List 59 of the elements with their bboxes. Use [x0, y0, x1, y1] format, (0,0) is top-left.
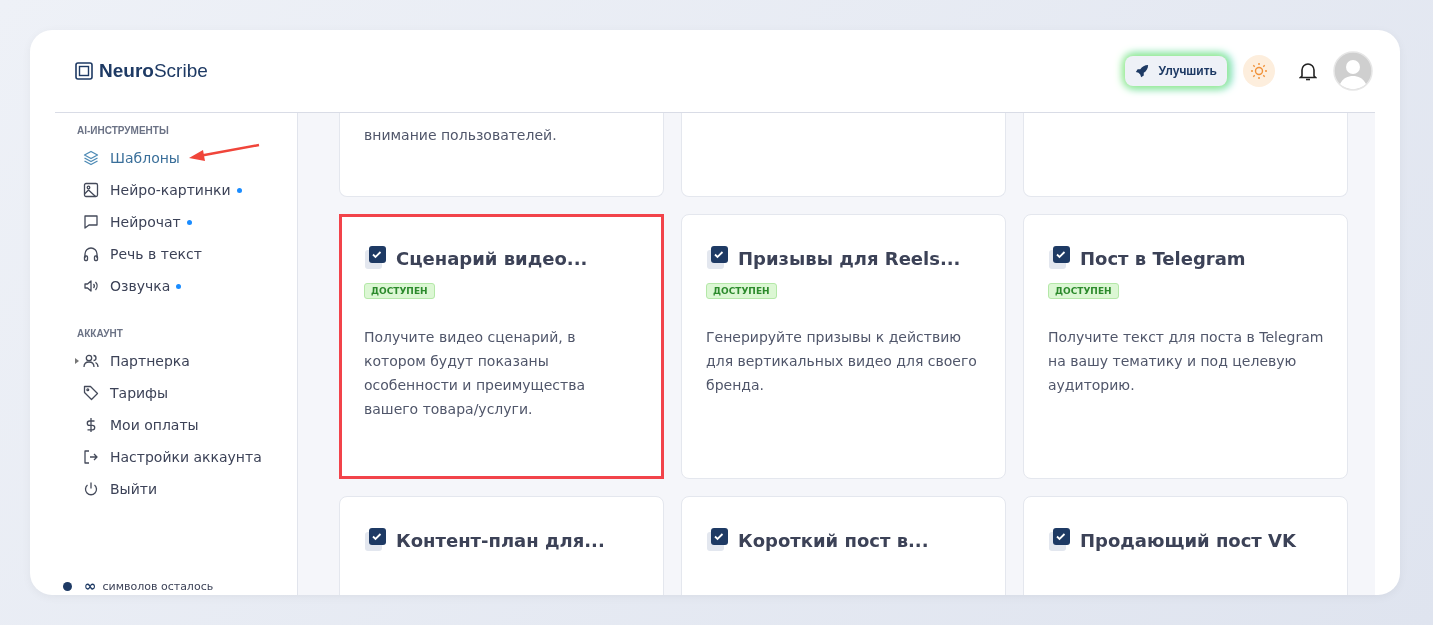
- checkbox-icon: [364, 245, 388, 271]
- sidebar-item[interactable]: Тарифы: [83, 385, 169, 401]
- power-icon: [83, 481, 99, 497]
- status-badge: ДОСТУПЕН: [1048, 283, 1119, 299]
- checkbox-icon: [364, 527, 388, 553]
- sidebar-item[interactable]: Настройки аккаунта: [83, 449, 262, 465]
- symbols-amount: ∞: [84, 577, 97, 595]
- template-card[interactable]: Контент-план для...: [339, 496, 664, 595]
- card-title: Контент-план для...: [396, 529, 605, 551]
- logo-icon: [75, 62, 93, 80]
- checkbox-icon: [1048, 245, 1072, 271]
- sidebar-item[interactable]: Партнерка: [83, 353, 190, 369]
- sidebar-item[interactable]: Мои оплаты: [83, 417, 199, 433]
- card-title: Продающий пост VK: [1080, 529, 1296, 551]
- sidebar-item[interactable]: Речь в текст: [83, 246, 202, 262]
- chat-icon: [83, 214, 99, 230]
- rocket-icon: [1134, 64, 1149, 78]
- card-description: Получите видео сценарий, в котором будут показаны особенности и преимущества вашего товара/услуги.: [364, 328, 586, 419]
- template-card[interactable]: Продающий пост VK: [1023, 496, 1348, 595]
- section-heading: АККАУНТ: [76, 328, 124, 339]
- avatar-icon[interactable]: [1333, 51, 1373, 91]
- checkbox-icon: [706, 245, 730, 271]
- template-card[interactable]: внимание пользователей.: [339, 113, 664, 197]
- status-badge: ДОСТУПЕН: [706, 283, 777, 299]
- sidebar-item[interactable]: Озвучка: [83, 278, 171, 294]
- expand-caret-icon[interactable]: [75, 358, 79, 364]
- card-title: Сценарий видео...: [396, 247, 588, 269]
- sidebar-item[interactable]: Шаблоны: [83, 150, 180, 166]
- speaker-icon: [83, 278, 99, 294]
- upgrade-button[interactable]: Улучшить: [1124, 56, 1227, 86]
- users-icon: [83, 353, 99, 369]
- checkbox-icon: [1048, 527, 1072, 553]
- sidebar-item[interactable]: Выйти: [83, 481, 157, 497]
- sun-icon: [1250, 62, 1268, 80]
- sidebar-item[interactable]: Нейрочат: [83, 214, 181, 230]
- tag-icon: [83, 385, 99, 401]
- status-badge: ДОСТУПЕН: [364, 283, 435, 299]
- card-description: Генерируйте призывы к действию для вертикальных видео для своего бренда.: [706, 328, 978, 395]
- template-card[interactable]: Призывы для Reels... ДОСТУПЕН Генерируйте призывы к действию для вертикальных видео для своего бренда.: [681, 214, 1006, 479]
- layers-icon: [83, 150, 99, 166]
- symbols-left-label: символов осталось: [102, 579, 214, 593]
- status-dot: [63, 581, 72, 591]
- image-icon: [83, 182, 99, 198]
- card-description: внимание пользователей.: [364, 126, 558, 145]
- checkbox-icon: [706, 527, 730, 553]
- theme-toggle-button[interactable]: [1243, 55, 1275, 87]
- card-title: Призывы для Reels...: [738, 247, 961, 269]
- template-card[interactable]: Сценарий видео... ДОСТУПЕН Получите видео сценарий, в котором будут показаны особенности и преимущества вашего товара/услуги.: [339, 214, 664, 479]
- section-heading: AI-ИНСТРУМЕНТЫ: [76, 125, 170, 136]
- notification-bell-icon[interactable]: [1299, 61, 1317, 81]
- sidebar-item[interactable]: Нейро-картинки: [83, 182, 231, 198]
- exit-icon: [83, 449, 99, 465]
- template-card[interactable]: Пост в Telegram ДОСТУПЕН Получите текст для поста в Telegram на вашу тематику и под целевую аудиторию.: [1023, 214, 1348, 479]
- template-card[interactable]: Короткий пост в...: [681, 496, 1006, 595]
- card-description: Получите текст для поста в Telegram на вашу тематику и под целевую аудиторию.: [1048, 328, 1325, 395]
- logo-text[interactable]: NeuroScribe: [99, 60, 208, 82]
- card-title: Короткий пост в...: [738, 529, 929, 551]
- card-title: Пост в Telegram: [1080, 247, 1246, 269]
- headphones-icon: [83, 246, 99, 262]
